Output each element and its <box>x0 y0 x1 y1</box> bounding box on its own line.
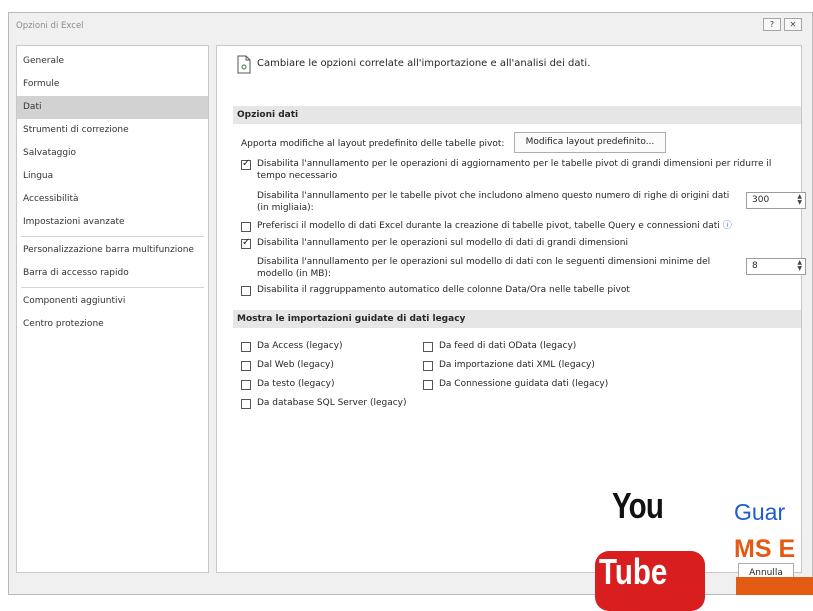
sidebar-item-lingua[interactable]: Lingua <box>17 165 208 188</box>
checkbox-from-data-connection[interactable] <box>423 380 433 390</box>
option-prefer-data-model-label: Preferisci il modello di dati Excel dura… <box>257 221 720 231</box>
option-from-web: Dal Web (legacy) <box>257 360 334 370</box>
option-disable-undo-data-model: Disabilita l'annullamento per le operazi… <box>257 238 628 248</box>
sidebar-item-barra-accesso-rapido[interactable]: Barra di accesso rapido <box>17 262 208 285</box>
checkbox-disable-undo-pivot-refresh[interactable] <box>241 158 251 170</box>
option-disable-undo-pivot-refresh-line2: tempo necessario <box>257 171 338 181</box>
option-from-text: Da testo (legacy) <box>257 379 335 389</box>
checkbox-disable-date-grouping[interactable] <box>241 286 251 296</box>
option-from-data-connection: Da Connessione guidata dati (legacy) <box>439 379 609 389</box>
modifica-layout-button[interactable]: Modifica layout predefinito... <box>514 132 666 153</box>
overlay-caption-line3-partial <box>736 577 813 595</box>
document-data-icon <box>237 55 251 74</box>
option-disable-undo-pivot-refresh-line1: Disabilita l'annullamento per le operazi… <box>257 159 772 169</box>
title-bar: Opzioni di Excel ? ✕ <box>9 13 812 37</box>
sidebar-item-centro-protezione[interactable]: Centro protezione <box>17 313 208 336</box>
sidebar-item-personalizzazione-barra[interactable]: Personalizzazione barra multifunzione <box>17 239 208 262</box>
checkbox-prefer-data-model[interactable] <box>241 222 251 232</box>
option-prefer-data-model: Preferisci il modello di dati Excel dura… <box>257 220 732 232</box>
sidebar-item-formule[interactable]: Formule <box>17 73 208 96</box>
close-button[interactable]: ✕ <box>784 18 802 31</box>
sidebar-item-dati[interactable]: Dati <box>17 96 208 119</box>
checkbox-from-access[interactable] <box>241 342 251 352</box>
section-header-legacy-imports: Mostra le importazioni guidate di dati l… <box>233 310 801 328</box>
sidebar-item-strumenti-correzione[interactable]: Strumenti di correzione <box>17 119 208 142</box>
sidebar-item-salvataggio[interactable]: Salvataggio <box>17 142 208 165</box>
sidebar-item-componenti-aggiuntivi[interactable]: Componenti aggiuntivi <box>17 290 208 313</box>
data-model-size-spinner[interactable]: 8 ▲ ▼ <box>746 258 806 275</box>
page-description: Cambiare le opzioni correlate all'import… <box>257 58 591 69</box>
spinner-arrows-icon[interactable]: ▲ ▼ <box>797 194 802 206</box>
section-header-opzioni-dati: Opzioni dati <box>233 106 801 124</box>
pivot-rows-threshold-value: 300 <box>752 195 770 205</box>
youtube-logo-tube: Tube <box>599 551 668 592</box>
option-from-sql-server: Da database SQL Server (legacy) <box>257 398 407 408</box>
option-from-odata: Da feed di dati OData (legacy) <box>439 341 577 351</box>
data-model-size-value: 8 <box>752 261 758 271</box>
data-model-size-label-line1: Disabilita l'annullamento per le operazi… <box>257 257 711 267</box>
option-from-xml: Da importazione dati XML (legacy) <box>439 360 595 370</box>
sidebar-divider <box>21 236 204 237</box>
help-button[interactable]: ? <box>763 18 781 31</box>
overlay-caption-line1: Guar <box>734 499 786 525</box>
checkbox-from-xml[interactable] <box>423 361 433 371</box>
layout-label: Apporta modifiche al layout predefinito … <box>241 139 505 149</box>
info-icon[interactable]: ⓘ <box>723 221 732 231</box>
sidebar-divider <box>21 287 204 288</box>
sidebar-item-impostazioni-avanzate[interactable]: Impostazioni avanzate <box>17 211 208 234</box>
checkbox-from-text[interactable] <box>241 380 251 390</box>
pivot-rows-threshold-label-line1: Disabilita l'annullamento per le tabelle… <box>257 191 730 201</box>
checkbox-disable-undo-data-model[interactable] <box>241 237 251 249</box>
window-title: Opzioni di Excel <box>16 21 84 31</box>
option-from-access: Da Access (legacy) <box>257 341 343 351</box>
overlay-caption-line2: MS E <box>734 535 796 563</box>
checkbox-from-web[interactable] <box>241 361 251 371</box>
spinner-arrows-icon[interactable]: ▲ ▼ <box>797 260 802 272</box>
pivot-rows-threshold-label-line2: (in migliaia): <box>257 203 314 213</box>
youtube-logo-you: You <box>612 485 664 526</box>
option-disable-date-grouping: Disabilita il raggruppamento automatico … <box>257 285 630 295</box>
sidebar-item-generale[interactable]: Generale <box>17 50 208 73</box>
sidebar-item-accessibilita[interactable]: Accessibilità <box>17 188 208 211</box>
checkbox-from-sql-server[interactable] <box>241 399 251 409</box>
youtube-overlay: You Tube Guar MS E <box>583 485 813 611</box>
checkbox-from-odata[interactable] <box>423 342 433 352</box>
data-model-size-label-line2: modello (in MB): <box>257 269 331 279</box>
pivot-rows-threshold-spinner[interactable]: 300 ▲ ▼ <box>746 192 806 209</box>
sidebar-nav: Generale Formule Dati Strumenti di corre… <box>16 45 209 573</box>
